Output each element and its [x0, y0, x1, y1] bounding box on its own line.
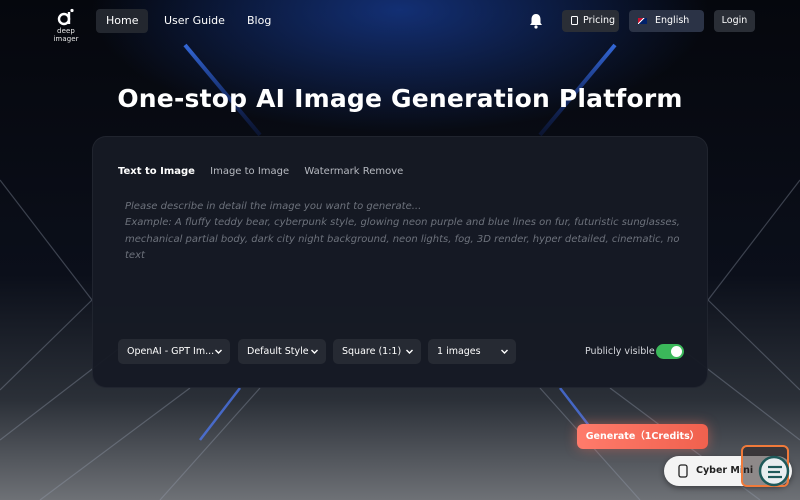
tab-watermark-remove[interactable]: Watermark Remove [304, 166, 403, 177]
size-select[interactable]: Square (1:1) [333, 339, 421, 364]
chevron-down-icon [406, 349, 413, 354]
top-nav: deep imager Home User Guide Blog Pricing… [0, 0, 800, 44]
uk-flag-icon [638, 17, 647, 24]
logo-text: deep imager [53, 27, 79, 43]
brand-logo[interactable]: deep imager [44, 8, 88, 43]
nav-user-guide[interactable]: User Guide [154, 9, 235, 33]
publicly-visible-toggle[interactable] [656, 344, 684, 359]
count-select[interactable]: 1 images [428, 339, 516, 364]
tab-text-to-image[interactable]: Text to Image [118, 166, 195, 177]
model-select[interactable]: OpenAI - GPT Im... [118, 339, 230, 364]
page-title: One-stop AI Image Generation Platform [117, 84, 683, 113]
count-select-value: 1 images [437, 346, 481, 357]
chevron-down-icon [311, 349, 318, 354]
generator-panel: Text to Image Image to Image Watermark R… [92, 136, 708, 388]
pricing-label: Pricing [583, 15, 616, 26]
mode-tabs: Text to Image Image to Image Watermark R… [118, 166, 415, 177]
pricing-button[interactable]: Pricing [562, 10, 619, 32]
size-select-value: Square (1:1) [342, 346, 402, 357]
language-selector[interactable]: English [629, 10, 704, 32]
publicly-visible-label: Publicly visible [585, 346, 655, 357]
tab-image-to-image[interactable]: Image to Image [210, 166, 289, 177]
sparkle-icon [678, 464, 688, 478]
prompt-input[interactable] [125, 199, 681, 309]
chat-icon[interactable] [758, 455, 790, 487]
logo-mark-icon [57, 8, 74, 26]
nav-blog[interactable]: Blog [237, 9, 281, 33]
login-button[interactable]: Login [714, 10, 755, 32]
language-label: English [655, 15, 690, 26]
bell-icon[interactable] [527, 12, 545, 30]
toggle-knob [671, 346, 682, 357]
style-select[interactable]: Default Style [238, 339, 326, 364]
tag-icon [571, 16, 578, 25]
chevron-down-icon [501, 349, 508, 354]
model-select-value: OpenAI - GPT Im... [127, 346, 215, 357]
chevron-down-icon [215, 349, 222, 354]
nav-home[interactable]: Home [96, 9, 149, 33]
generate-button[interactable]: Generate（1Credits） [577, 424, 708, 449]
style-select-value: Default Style [247, 346, 309, 357]
